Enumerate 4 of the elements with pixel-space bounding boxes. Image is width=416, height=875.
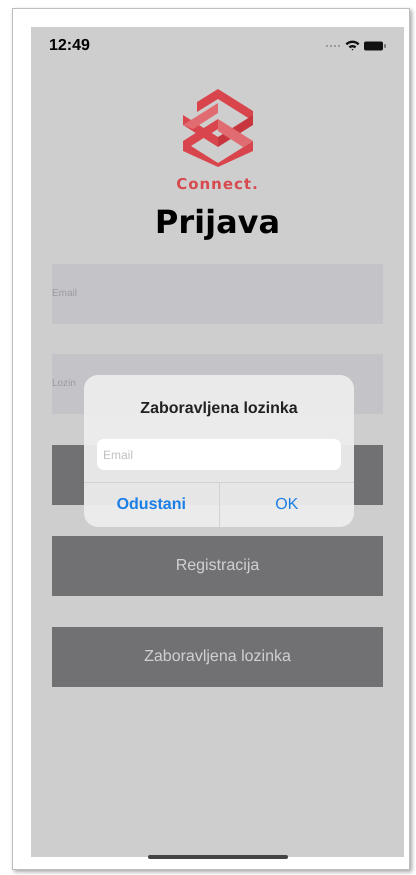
brand-name: Connect. [176, 174, 259, 195]
dialog-title: Zaboravljena lozinka [139, 399, 299, 419]
page-title: Prijava [154, 202, 280, 242]
status-time: 12:49 [49, 36, 90, 56]
